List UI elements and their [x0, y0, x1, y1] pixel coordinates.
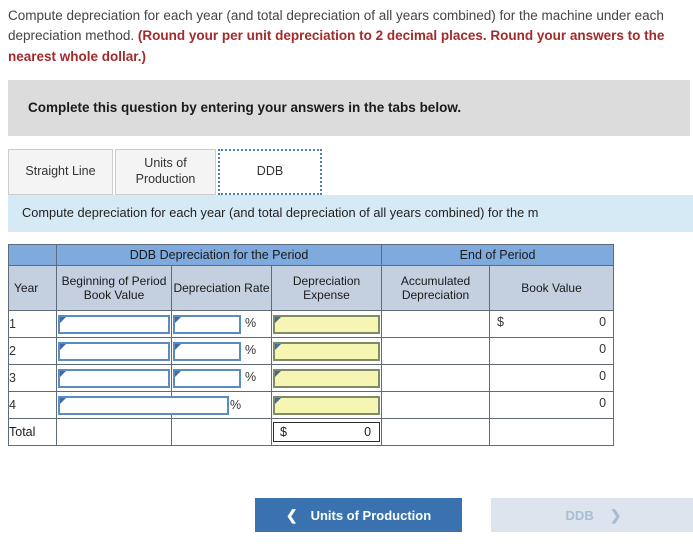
total-expense-box: $ 0 — [273, 422, 381, 443]
row-2-expense-input[interactable] — [273, 341, 381, 361]
tab-bar: Straight Line Units of Production DDB — [8, 147, 693, 195]
ddb-depreciation-table-wrapper: DDB Depreciation for the Period End of P… — [8, 244, 615, 447]
instruction-banner-text: Complete this question by entering your … — [28, 100, 462, 116]
instruction-banner: Complete this question by entering your … — [8, 79, 690, 136]
row-3-rate-cell: % — [171, 364, 272, 393]
row-4-year: 4 — [8, 391, 57, 420]
row-2-book-value: 0 — [599, 342, 607, 357]
row-1-book-value-currency: $ — [497, 315, 504, 330]
row-3-book-value-cell: 0 — [489, 364, 615, 393]
total-book-value-cell — [489, 418, 615, 447]
tab-straight-line-label: Straight Line — [25, 163, 96, 178]
column-header-year: Year — [8, 265, 57, 312]
row-1-book-value: 0 — [599, 315, 607, 330]
row-3-beginning-cell — [56, 364, 172, 393]
total-rate-cell — [171, 418, 272, 447]
column-header-depreciation-expense: Depreciation Expense — [270, 265, 383, 312]
table-body: 1 % $ 0 2 % 0 3 % 0 4 % 0 Total $ 0 — [8, 310, 615, 447]
tab-straight-line[interactable]: Straight Line — [8, 148, 113, 195]
row-2-year: 2 — [8, 337, 57, 366]
row-3-accumulated-cell — [381, 364, 491, 393]
table-head: DDB Depreciation for the Period End of P… — [8, 244, 615, 312]
row-2-rate-input[interactable] — [173, 341, 241, 361]
row-3-beginning-input[interactable] — [58, 368, 170, 388]
row-2-beginning-input[interactable] — [58, 341, 170, 361]
table-row: 1 % $ 0 — [8, 310, 615, 339]
row-4-expense-cell — [270, 391, 383, 420]
row-4-book-value-cell: 0 — [489, 391, 615, 420]
row-3-expense-input[interactable] — [273, 368, 381, 388]
row-1-book-value-cell: $ 0 — [489, 310, 615, 339]
row-1-expense-input[interactable] — [273, 314, 381, 334]
next-tab-button[interactable]: DDB ❯ — [491, 498, 693, 532]
row-1-year: 1 — [8, 310, 57, 339]
row-2-expense-cell — [270, 337, 383, 366]
row-3-rate-percent: % — [245, 370, 257, 385]
row-2-beginning-cell — [56, 337, 172, 366]
row-3-rate-input[interactable] — [173, 368, 241, 388]
row-2-accumulated-cell — [381, 337, 491, 366]
ddb-depreciation-table: DDB Depreciation for the Period End of P… — [8, 244, 615, 447]
row-4-book-value: 0 — [599, 396, 607, 411]
total-expense-currency: $ — [280, 425, 287, 440]
row-1-rate-input[interactable] — [173, 314, 241, 334]
chevron-right-icon: ❯ — [609, 506, 622, 523]
column-header-book-value: Book Value — [489, 265, 615, 312]
group-header-period: DDB Depreciation for the Period — [55, 244, 383, 267]
next-tab-label: DDB — [565, 507, 594, 523]
table-row: 2 % 0 — [8, 337, 615, 366]
table-group-header-row: DDB Depreciation for the Period End of P… — [8, 244, 615, 267]
previous-tab-button[interactable]: ❮ Units of Production — [255, 498, 462, 532]
table-row: 4 % 0 — [8, 391, 615, 420]
row-1-beginning-cell — [56, 310, 172, 339]
row-1-accumulated-cell — [381, 310, 491, 339]
total-expense-cell: $ 0 — [270, 418, 383, 447]
table-row: 3 % 0 — [8, 364, 615, 393]
group-header-end-of-period: End of Period — [381, 244, 615, 267]
tab-units-of-production[interactable]: Units of Production — [115, 148, 216, 195]
row-3-year: 3 — [8, 364, 57, 393]
row-4-expense-input[interactable] — [273, 395, 381, 415]
total-label: Total — [8, 418, 57, 447]
total-accumulated-cell — [381, 418, 491, 447]
tab-instruction-text: Compute depreciation for each year (and … — [8, 194, 693, 233]
row-4-accumulated-cell — [381, 391, 491, 420]
row-4-beginning-cell — [56, 391, 229, 420]
tab-ddb-label: DDB — [256, 163, 284, 178]
total-expense-value: 0 — [364, 425, 372, 440]
table-total-row: Total $ 0 — [8, 418, 615, 447]
previous-tab-label: Units of Production — [310, 507, 432, 523]
chevron-left-icon: ❮ — [285, 506, 298, 523]
row-2-rate-percent: % — [245, 343, 257, 358]
row-1-expense-cell — [270, 310, 383, 339]
tab-units-of-production-label: Units of Production — [135, 156, 196, 186]
row-2-rate-cell: % — [171, 337, 272, 366]
row-1-rate-percent: % — [245, 316, 257, 331]
row-4-beginning-input[interactable] — [58, 395, 229, 415]
table-column-header-row: Year Beginning of Period Book Value Depr… — [8, 265, 615, 312]
question-prompt: Compute depreciation for each year (and … — [0, 0, 693, 67]
row-3-expense-cell — [270, 364, 383, 393]
column-header-depreciation-rate: Depreciation Rate — [171, 265, 272, 312]
row-1-rate-cell: % — [171, 310, 272, 339]
group-header-blank — [8, 244, 57, 267]
row-2-book-value-cell: 0 — [489, 337, 615, 366]
row-3-book-value: 0 — [599, 369, 607, 384]
column-header-accumulated-depreciation: Accumulated Depreciation — [381, 265, 491, 312]
row-1-beginning-input[interactable] — [58, 314, 170, 334]
tab-ddb[interactable]: DDB — [218, 148, 322, 195]
column-header-beginning-book-value: Beginning of Period Book Value — [56, 265, 172, 312]
tab-navigation: ❮ Units of Production DDB ❯ — [255, 498, 693, 532]
total-beginning-cell — [56, 418, 172, 447]
